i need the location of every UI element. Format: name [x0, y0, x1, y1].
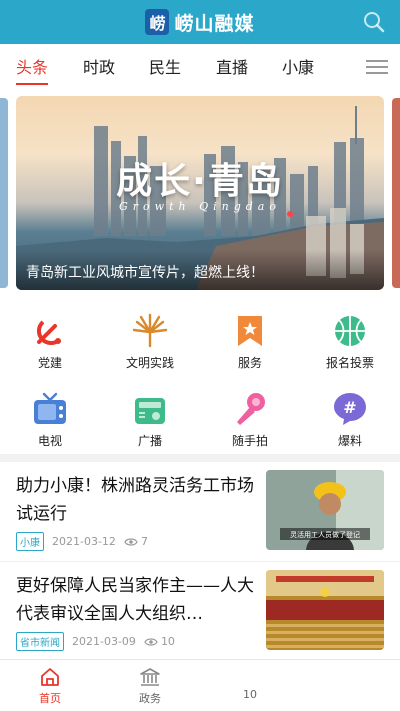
eye-icon — [144, 637, 158, 646]
app-title: 崂山融媒 — [174, 12, 255, 35]
banner-carousel: 成长·青岛 Growth Qingdao 青岛新工业风城市宣传片，超燃上线！ — [0, 88, 400, 298]
home-icon — [41, 667, 59, 686]
news-title: 助力小康！株洲路灵活务工市场试运行 — [16, 476, 254, 524]
service-bookmark-icon — [238, 316, 262, 346]
banner-subtitle: Growth Qingdao — [119, 200, 281, 213]
top-bar: 崂 崂山融媒 — [0, 0, 400, 44]
tab-xiaokang[interactable]: 小康 — [282, 44, 314, 88]
banner-slide[interactable]: 成长·青岛 Growth Qingdao 青岛新工业风城市宣传片，超燃上线！ — [16, 96, 384, 290]
news-views: 10 — [144, 635, 175, 648]
service-label: 党建 — [37, 356, 62, 370]
service-services[interactable]: 服务 — [200, 304, 300, 382]
service-radio[interactable]: 广播 — [100, 382, 200, 460]
service-vote[interactable]: 报名投票 — [300, 304, 400, 382]
banner-next-peek[interactable] — [392, 98, 400, 288]
service-label: 文明实践 — [125, 356, 174, 370]
tv-icon — [34, 392, 66, 424]
news-views: 7 — [124, 535, 148, 548]
party-emblem-icon — [36, 320, 61, 346]
nav-label: 首页 — [39, 691, 61, 705]
app-logo: 崂 崂山融媒 — [145, 9, 254, 36]
service-label: 爆料 — [337, 434, 362, 448]
service-civilization-practice[interactable]: 文明实践 — [100, 304, 200, 382]
radio-icon — [135, 398, 165, 424]
banner-caption: 青岛新工业风城市宣传片，超燃上线！ — [16, 250, 384, 290]
service-label: 随手拍 — [231, 434, 268, 448]
news-thumbnail — [266, 570, 384, 650]
service-grid: 党建 文明实践 服务 报名投票 电视 广播 随手拍 # 爆料 — [0, 298, 400, 454]
eye-icon — [124, 537, 138, 546]
nav-government[interactable]: 政务 — [100, 660, 200, 711]
search-button[interactable] — [362, 10, 386, 34]
nav-home[interactable]: 首页 — [0, 660, 100, 711]
service-snapshot[interactable]: 随手拍 — [200, 382, 300, 460]
tab-livelihood[interactable]: 民生 — [149, 44, 181, 88]
bottom-nav: 首页 政务 10 — [0, 659, 400, 711]
tab-politics[interactable]: 时政 — [83, 44, 115, 88]
news-list: 助力小康！株洲路灵活务工市场试运行 小康 2021-03-12 7 灵活用工人员… — [0, 462, 400, 662]
list-item[interactable]: 助力小康！株洲路灵活务工市场试运行 小康 2021-03-12 7 灵活用工人员… — [0, 462, 400, 562]
banner-title: 成长·青岛 — [116, 161, 284, 202]
views-count: 10 — [160, 635, 175, 648]
views-count: 7 — [140, 535, 148, 548]
service-label: 电视 — [37, 434, 62, 448]
banner-prev-peek[interactable] — [0, 98, 8, 288]
hashtag-chat-icon: # — [334, 393, 366, 425]
nav-fourth[interactable] — [300, 660, 400, 711]
nav-third[interactable]: 10 — [200, 660, 300, 711]
news-tag: 小康 — [16, 532, 44, 551]
government-building-icon — [140, 667, 160, 686]
service-tv[interactable]: 电视 — [0, 382, 100, 460]
vote-ball-icon — [335, 316, 365, 346]
list-item[interactable]: 更好保障人民当家作主——人大代表审议全国人大组织… 省市新闻 2021-03-0… — [0, 562, 400, 662]
service-label: 广播 — [137, 434, 162, 448]
service-label: 服务 — [237, 356, 262, 370]
logo-mark-icon: 崂 — [145, 9, 170, 35]
news-tag: 省市新闻 — [16, 632, 64, 651]
worker-photo-image: 灵活用工人员做了登记 — [266, 470, 384, 550]
assembly-hall-image — [266, 570, 384, 650]
news-meta: 小康 2021-03-12 7 — [16, 532, 148, 551]
nav-label: 政务 — [139, 691, 161, 705]
search-icon — [364, 12, 385, 33]
microphone-icon — [237, 393, 265, 425]
service-tipoff[interactable]: # 爆料 — [300, 382, 400, 460]
nav-label: 10 — [243, 688, 257, 701]
tab-live[interactable]: 直播 — [216, 44, 248, 88]
civilization-practice-icon — [132, 313, 168, 348]
tab-headlines[interactable]: 头条 — [16, 44, 49, 88]
svg-text:#: # — [343, 398, 356, 417]
tab-menu-icon[interactable] — [366, 56, 388, 76]
news-date: 2021-03-12 — [52, 535, 116, 548]
thumbnail-caption: 灵活用工人员做了登记 — [290, 530, 360, 539]
news-thumbnail: 灵活用工人员做了登记 — [266, 470, 384, 550]
news-title: 更好保障人民当家作主——人大代表审议全国人大组织… — [16, 576, 254, 624]
category-tabs: 头条 时政 民生 直播 小康 — [0, 44, 400, 88]
news-date: 2021-03-09 — [72, 635, 136, 648]
service-party-building[interactable]: 党建 — [0, 304, 100, 382]
news-meta: 省市新闻 2021-03-09 10 — [16, 632, 175, 651]
service-label: 报名投票 — [325, 356, 374, 370]
